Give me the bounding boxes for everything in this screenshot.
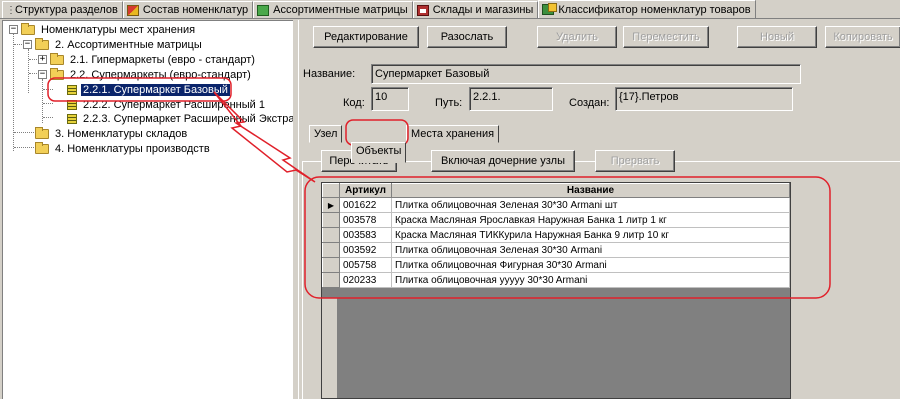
tree-item-warehouses[interactable]: 3. Номенклатуры складов	[35, 126, 189, 141]
row-indicator-header	[322, 183, 340, 198]
tree-item-supermarkets[interactable]: − 2.2. Супермаркеты (евро-стандарт)	[38, 67, 253, 82]
tree-panel[interactable]: − Номенклатуры мест хранения − 2. Ассорт…	[2, 20, 293, 399]
folder-icon	[35, 126, 49, 139]
article-cell[interactable]: 003592	[339, 242, 392, 258]
created-label: Создан:	[569, 97, 610, 109]
article-cell[interactable]: 003578	[339, 212, 392, 228]
tree-item-label: 2. Ассортиментные матрицы	[55, 38, 202, 51]
objects-grid[interactable]: Артикул Название ▶ 001622 Плитка облицовоч…	[321, 182, 791, 399]
name-field[interactable]: Супермаркет Базовый	[371, 64, 801, 84]
created-field[interactable]: {17}.Петров	[615, 87, 793, 111]
table-row[interactable]: 020233 Плитка облицовочная уyyyy 30*30 Ar…	[322, 272, 790, 288]
table-row[interactable]: 003583 Краска Масляная ТИККурила Наружная…	[322, 227, 790, 243]
move-button[interactable]: Переместить	[623, 26, 709, 48]
table-row[interactable]: ▶ 001622 Плитка облицовочная Зеленая 30*30…	[322, 197, 790, 213]
delete-button[interactable]: Удалить	[537, 26, 617, 48]
tree-item-label: 2.1. Гипермаркеты (евро - стандарт)	[70, 53, 255, 66]
tab-classifier-label: Классификатор номенклатур товаров	[558, 3, 751, 16]
interrupt-button[interactable]: Прервать	[595, 150, 675, 172]
tree-item-supermarket-extra[interactable]: 2.2.3. Супермаркет Расширенный Экстра	[67, 111, 293, 126]
path-field[interactable]: 2.2.1.	[469, 87, 553, 111]
top-tab-strip: ⋮ Структура разделов Состав номенклатур …	[0, 0, 900, 19]
name-cell[interactable]: Плитка облицовочная уyyyy 30*30 Armani	[391, 272, 790, 288]
table-row[interactable]: 003592 Плитка облицовочная Зеленая 30*30 …	[322, 242, 790, 258]
tree-item-root[interactable]: − Номенклатуры мест хранения	[9, 22, 197, 37]
folder-open-icon	[50, 67, 64, 80]
tree-item-assortment[interactable]: − 2. Ассортиментные матрицы	[23, 37, 204, 52]
tree-item-label: Номенклатуры мест хранения	[41, 23, 196, 36]
tab-composition-label: Состав номенклатур	[142, 4, 249, 16]
name-cell[interactable]: Плитка облицовочная Фигурная 30*30 Arman…	[391, 257, 790, 273]
tab-storage-places[interactable]: Места хранения	[406, 125, 500, 143]
tab-node[interactable]: Узел	[309, 125, 343, 143]
row-indicator[interactable]	[322, 242, 340, 258]
tree-item-label: 2.2. Супермаркеты (евро-стандарт)	[70, 68, 251, 81]
matrix-icon	[257, 4, 270, 16]
edit-button[interactable]: Редактирование	[313, 26, 419, 48]
name-cell[interactable]: Краска Масляная ТИККурила Наружная Банка…	[391, 227, 790, 243]
table-row[interactable]: 005758 Плитка облицовочная Фигурная 30*30…	[322, 257, 790, 273]
folder-icon	[35, 141, 49, 154]
article-column-header[interactable]: Артикул	[339, 183, 392, 198]
composition-icon	[126, 4, 139, 16]
include-children-button[interactable]: Включая дочерние узлы	[431, 150, 575, 172]
copy-button[interactable]: Копировать	[825, 26, 900, 48]
dots-icon: ⋮	[6, 4, 16, 16]
assortment-leaf-icon	[67, 84, 77, 95]
grid-empty-indicator-column	[322, 298, 338, 398]
tab-matrices[interactable]: Ассортиментные матрицы	[253, 1, 413, 18]
tab-objects[interactable]: Объекты	[351, 142, 407, 163]
folder-open-icon	[21, 22, 35, 35]
code-field[interactable]: 10	[371, 87, 409, 111]
tree-item-label: 3. Номенклатуры складов	[55, 127, 188, 140]
name-column-header[interactable]: Название	[391, 183, 790, 198]
assortment-leaf-icon	[67, 113, 77, 124]
row-indicator[interactable]: ▶	[322, 197, 340, 213]
tab-matrices-label: Ассортиментные матрицы	[273, 4, 408, 16]
tree-item-label: 4. Номенклатуры производств	[55, 142, 210, 155]
assortment-leaf-icon	[67, 99, 77, 110]
name-cell[interactable]: Краска Масляная Ярославкая Наружная Банк…	[391, 212, 790, 228]
path-label: Путь:	[435, 97, 463, 109]
tree-item-hypermarkets[interactable]: + 2.1. Гипермаркеты (евро - стандарт)	[38, 52, 257, 67]
new-button[interactable]: Новый	[737, 26, 817, 48]
classifier-icon	[542, 3, 558, 15]
tree-item-label: 2.2.3. Супермаркет Расширенный Экстра	[83, 112, 293, 125]
warehouse-icon	[416, 4, 429, 16]
tab-warehouses-label: Склады и магазины	[432, 4, 534, 16]
tree-item-label-selected: 2.2.1. Супермаркет Базовый	[81, 83, 230, 96]
table-row[interactable]: 003578 Краска Масляная Ярославкая Наружна…	[322, 212, 790, 228]
row-indicator[interactable]	[322, 272, 340, 288]
name-cell[interactable]: Плитка облицовочная Зеленая 30*30 Armani	[391, 242, 790, 258]
row-indicator[interactable]	[322, 227, 340, 243]
tree-item-production[interactable]: 4. Номенклатуры производств	[35, 141, 212, 156]
tab-composition[interactable]: Состав номенклатур	[122, 1, 254, 18]
article-cell[interactable]: 001622	[339, 197, 392, 213]
tab-structure-label: Структура разделов	[15, 4, 118, 16]
send-button[interactable]: Разослать	[427, 26, 507, 48]
row-indicator[interactable]	[322, 212, 340, 228]
article-cell[interactable]: 020233	[339, 272, 392, 288]
code-label: Код:	[343, 97, 365, 109]
tree-item-supermarket-basic[interactable]: 2.2.1. Супермаркет Базовый	[67, 82, 230, 97]
collapse-icon[interactable]: −	[38, 70, 47, 79]
tab-warehouses[interactable]: Склады и магазины	[412, 1, 539, 18]
tab-structure[interactable]: ⋮ Структура разделов	[2, 1, 123, 18]
article-cell[interactable]: 005758	[339, 257, 392, 273]
folder-open-icon	[35, 37, 49, 50]
name-label: Название:	[303, 68, 356, 80]
tree-item-supermarket-extended-1[interactable]: 2.2.2. Супермаркет Расширенный 1	[67, 97, 267, 112]
folder-icon	[50, 52, 64, 65]
collapse-icon[interactable]: −	[23, 40, 32, 49]
tab-classifier[interactable]: Классификатор номенклатур товаров	[538, 0, 756, 18]
collapse-icon[interactable]: −	[9, 25, 18, 34]
expand-icon[interactable]: +	[38, 55, 47, 64]
article-cell[interactable]: 003583	[339, 227, 392, 243]
name-cell[interactable]: Плитка облицовочная Зеленая 30*30 Armani…	[391, 197, 790, 213]
tree-item-label: 2.2.2. Супермаркет Расширенный 1	[83, 98, 265, 111]
row-indicator[interactable]	[322, 257, 340, 273]
